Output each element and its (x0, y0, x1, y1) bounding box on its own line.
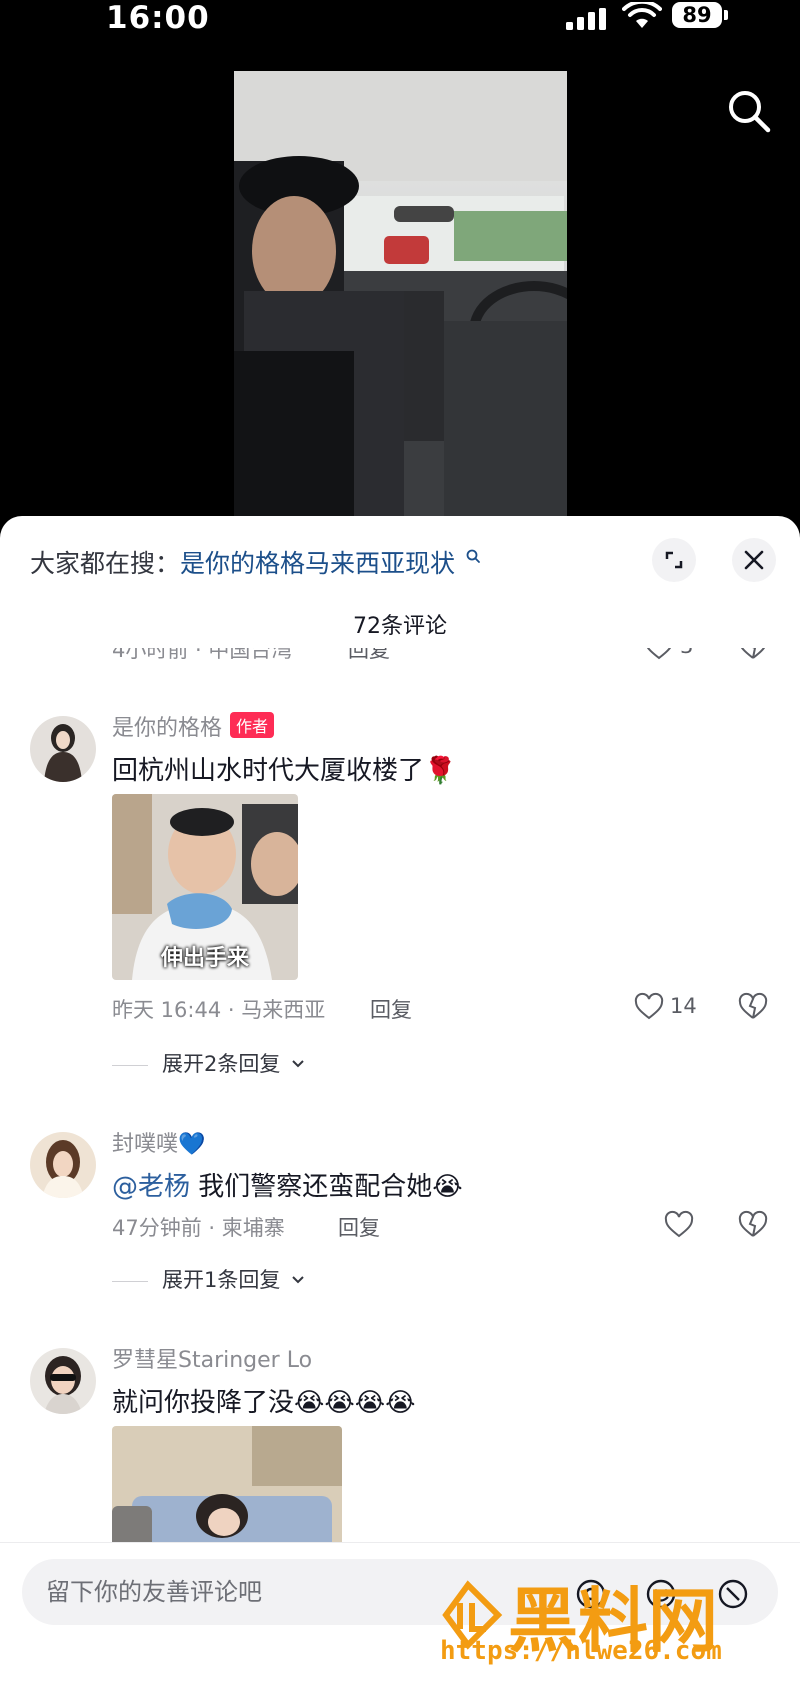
avatar[interactable] (30, 1348, 96, 1414)
close-icon (744, 550, 764, 570)
like-count: 3 (680, 648, 693, 658)
avatar-image (30, 1132, 96, 1198)
trending-term-link[interactable]: 是你的格格马来西亚现状 (180, 549, 455, 578)
chevron-down-icon (292, 1060, 304, 1068)
author-badge: 作者 (230, 712, 275, 738)
reply-button[interactable]: 回复 (348, 648, 390, 664)
search-icon (466, 549, 480, 563)
partial-comment-row: 4小时前 · 中国台湾 回复 3 (0, 648, 800, 674)
comment-item[interactable]: 封噗噗💙 @老杨 我们警察还蛮配合她😭 47分钟前 · 柬埔寨 回复 (0, 1112, 800, 1272)
expand-replies-button[interactable]: 展开1条回复 (112, 1264, 305, 1294)
comment-sheet-header: 大家都在搜：是你的格格马来西亚现状 72条评论 (0, 516, 800, 656)
divider-line (112, 1064, 148, 1066)
like-count: 14 (670, 994, 697, 1018)
avatar[interactable] (30, 716, 96, 782)
avatar[interactable] (30, 1132, 96, 1198)
broken-heart-icon[interactable] (738, 1210, 768, 1240)
comment-username[interactable]: 罗彗星Staringer Lo (112, 1342, 312, 1374)
cellular-signal-icon (566, 8, 606, 30)
divider-line (112, 1280, 148, 1282)
fullscreen-button[interactable] (652, 538, 696, 582)
comment-text: 回杭州山水时代大厦收楼了🌹 (112, 756, 457, 786)
wifi-icon (622, 2, 662, 28)
expand-replies-label[interactable]: 展开1条回复 (162, 1268, 280, 1292)
battery-indicator: 89 (672, 2, 722, 28)
comment-text: 就问你投降了没😭😭😭😭 (112, 1388, 416, 1418)
reply-button[interactable]: 回复 (338, 1212, 380, 1242)
close-button[interactable] (732, 538, 776, 582)
comment-username[interactable]: 是你的格格 作者 (112, 710, 275, 742)
expand-replies-label[interactable]: 展开2条回复 (162, 1052, 280, 1076)
heart-icon[interactable] (644, 648, 674, 662)
heart-icon[interactable] (664, 1210, 694, 1240)
status-bar: 16:00 89 (0, 0, 800, 44)
chevron-down-icon (292, 1276, 304, 1284)
comment-body: 我们警察还蛮配合她😭 (190, 1172, 463, 1202)
image-caption: 伸出手来 (160, 946, 249, 971)
comment-text: @老杨 我们警察还蛮配合她😭 (112, 1166, 463, 1203)
expand-replies-button[interactable]: 展开2条回复 (112, 1048, 305, 1078)
comment-meta: 4小时前 · 中国台湾 (112, 648, 293, 662)
avatar-image (30, 1348, 96, 1414)
mention-link[interactable]: @老杨 (112, 1172, 190, 1202)
search-icon[interactable] (724, 86, 774, 136)
trending-search[interactable]: 大家都在搜：是你的格格马来西亚现状 (30, 544, 481, 580)
broken-heart-icon[interactable] (738, 648, 768, 662)
comment-sheet: 大家都在搜：是你的格格马来西亚现状 72条评论 4小时前 · 中国台湾 回复 是… (0, 516, 800, 1696)
reply-button[interactable]: 回复 (370, 994, 412, 1024)
comment-meta: 昨天 16:44 · 马来西亚 (112, 998, 326, 1022)
comment-meta: 47分钟前 · 柬埔寨 (112, 1216, 285, 1240)
broken-heart-icon[interactable] (738, 992, 768, 1022)
heart-icon[interactable] (634, 992, 664, 1022)
comment-username[interactable]: 封噗噗💙 (112, 1126, 205, 1158)
trending-label: 大家都在搜： (30, 549, 181, 578)
comment-list[interactable]: 4小时前 · 中国台湾 回复 3 是你的格格作者 (0, 648, 800, 1618)
comment-image[interactable]: 伸出手来 (112, 794, 298, 980)
comment-item[interactable]: 是你的格格 作者 回杭州山水时代大厦收楼了🌹 伸出手来 昨天 16:44 · 马来… (0, 694, 800, 1054)
avatar-image (30, 716, 96, 782)
battery-tip (724, 10, 728, 20)
status-time: 16:00 (106, 0, 210, 36)
watermark-url: https://hlwe26.com (440, 1636, 722, 1666)
comment-count: 72条评论 (353, 614, 447, 639)
video-player[interactable] (0, 44, 800, 524)
username-text[interactable]: 是你的格格 (112, 716, 222, 741)
expand-icon (665, 551, 683, 569)
video-frame-car-interior[interactable] (234, 71, 567, 521)
